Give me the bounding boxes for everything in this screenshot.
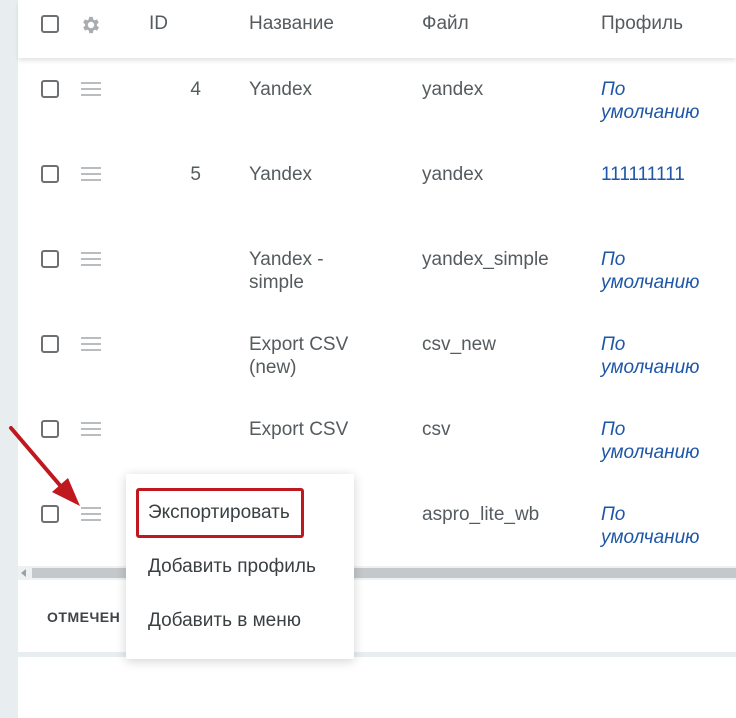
- profile-link[interactable]: По умолчанию: [601, 503, 699, 549]
- profile-link-line: умолчанию: [601, 272, 700, 293]
- cell-name-line: Yandex -: [249, 249, 324, 270]
- profile-link[interactable]: По умолчанию: [601, 418, 699, 464]
- profile-link-line: умолчанию: [601, 527, 700, 548]
- cell-file: yandex: [422, 164, 484, 185]
- cell-id: 4: [190, 79, 201, 100]
- menu-item-export[interactable]: Экспортировать: [148, 502, 290, 524]
- cell-name[interactable]: Yandex - simple: [249, 248, 324, 294]
- cell-file: yandex: [422, 79, 484, 100]
- profile-link[interactable]: 111111111: [601, 163, 685, 186]
- profile-link-line: По: [601, 504, 626, 525]
- table-row[interactable]: Export CSV csv По умолчанию: [18, 395, 736, 481]
- cell-name[interactable]: Yandex: [249, 163, 312, 186]
- menu-item-add-to-menu[interactable]: Добавить в меню: [148, 610, 301, 632]
- cell-file: yandex_simple: [422, 249, 549, 270]
- context-menu: Экспортировать Добавить профиль Добавить…: [126, 474, 354, 659]
- profile-link-line: По: [601, 249, 626, 270]
- table-header: ID Название Файл Профиль: [18, 0, 736, 58]
- cell-name-line: (new): [249, 357, 297, 378]
- profile-link-line: По: [601, 79, 626, 100]
- cell-file: csv: [422, 419, 451, 440]
- column-header-id[interactable]: ID: [149, 13, 168, 35]
- selected-actions-label[interactable]: ОТМЕЧЕН: [47, 609, 120, 625]
- cell-name-line: simple: [249, 272, 304, 293]
- profile-link-line: По: [601, 334, 626, 355]
- scroll-left-arrow-icon[interactable]: [21, 569, 26, 577]
- menu-item-add-profile[interactable]: Добавить профиль: [148, 556, 316, 578]
- profile-link[interactable]: По умолчанию: [601, 333, 699, 379]
- annotation-arrow-icon: [9, 426, 80, 506]
- column-header-file[interactable]: Файл: [422, 13, 469, 35]
- cell-id: 5: [190, 164, 201, 185]
- table-row[interactable]: 4 Yandex yandex По умолчанию: [18, 55, 736, 141]
- column-header-profile[interactable]: Профиль: [601, 13, 683, 35]
- table-panel: ID Название Файл Профиль 4 Yandex yandex…: [18, 0, 736, 718]
- profile-link-line: умолчанию: [601, 442, 700, 463]
- cell-name[interactable]: Yandex: [249, 78, 312, 101]
- profile-link-line: умолчанию: [601, 102, 700, 123]
- cell-name[interactable]: Export CSV: [249, 418, 348, 441]
- table-row[interactable]: Export CSV (new) csv_new По умолчанию: [18, 310, 736, 396]
- profile-link-line: По: [601, 419, 626, 440]
- cell-name[interactable]: Export CSV (new): [249, 333, 348, 379]
- profile-link-line: умолчанию: [601, 357, 700, 378]
- cell-name-line: Export CSV: [249, 334, 349, 355]
- table-row[interactable]: Yandex - simple yandex_simple По умолчан…: [18, 225, 736, 311]
- table-row[interactable]: 5 Yandex yandex 111111111: [18, 140, 736, 226]
- cell-file: aspro_lite_wb: [422, 504, 540, 525]
- profile-link[interactable]: По умолчанию: [601, 78, 699, 124]
- column-header-name[interactable]: Название: [249, 13, 334, 35]
- cell-file: csv_new: [422, 334, 496, 355]
- profile-link[interactable]: По умолчанию: [601, 248, 699, 294]
